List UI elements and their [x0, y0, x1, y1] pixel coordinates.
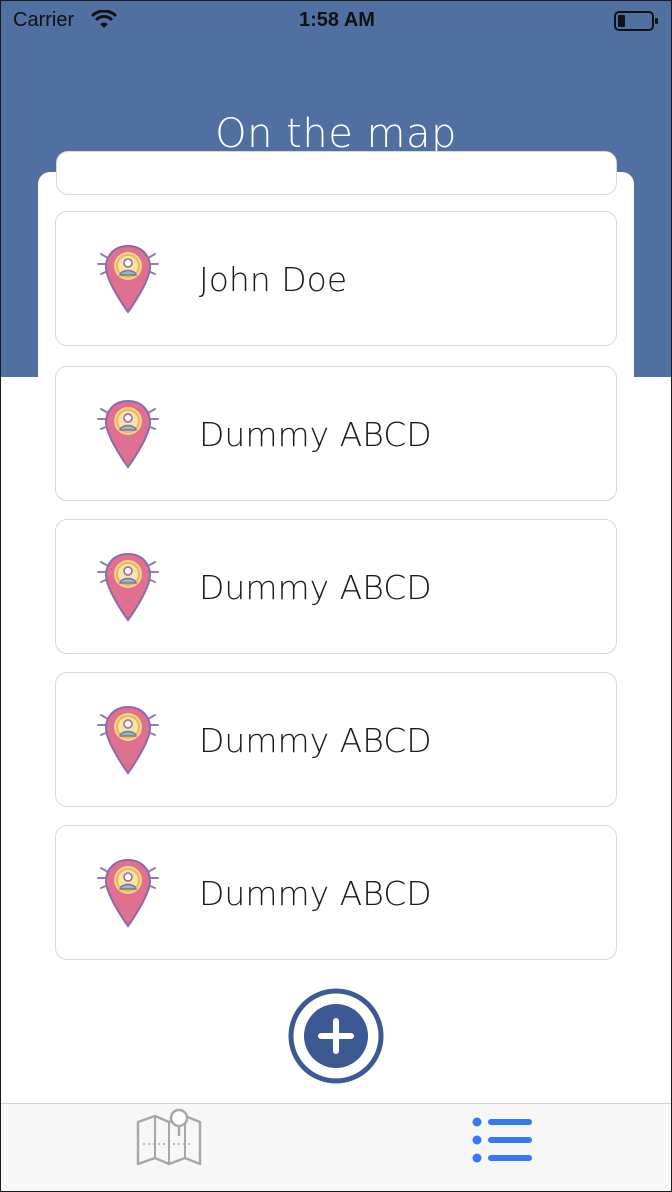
list-item[interactable]: Dummy ABCD — [55, 825, 617, 960]
list-item[interactable]: John Doe — [55, 211, 617, 346]
list-item[interactable]: Dummy ABCD — [55, 519, 617, 654]
person-name: John Doe — [199, 260, 348, 299]
person-pin-icon — [97, 705, 159, 775]
person-pin-icon — [97, 244, 159, 314]
status-time: 1:58 AM — [299, 9, 375, 31]
tab-map[interactable] — [1, 1104, 337, 1191]
person-pin-icon — [97, 552, 159, 622]
map-icon — [136, 1108, 202, 1166]
person-pin-icon — [97, 399, 159, 469]
tab-bar — [1, 1103, 671, 1191]
person-pin-icon — [97, 858, 159, 928]
list-icon — [472, 1117, 532, 1163]
list-item[interactable]: Dummy ABCD — [55, 672, 617, 807]
add-button[interactable] — [288, 988, 384, 1084]
tab-list[interactable] — [337, 1104, 671, 1191]
person-name: Dummy ABCD — [199, 415, 432, 454]
list-item-partial[interactable] — [56, 151, 617, 195]
list-item[interactable]: Dummy ABCD — [55, 366, 617, 501]
person-name: Dummy ABCD — [199, 874, 432, 913]
person-name: Dummy ABCD — [199, 568, 432, 607]
battery-icon — [614, 11, 658, 31]
app-screen: Carrier 1:58 AM On the map John Doe Dumm… — [0, 0, 672, 1192]
plus-circle-icon — [288, 988, 384, 1084]
person-list: John Doe Dummy ABCD Dummy ABCD Dummy ABC… — [55, 211, 617, 978]
person-name: Dummy ABCD — [199, 721, 432, 760]
status-bar: Carrier 1:58 AM — [1, 1, 671, 41]
